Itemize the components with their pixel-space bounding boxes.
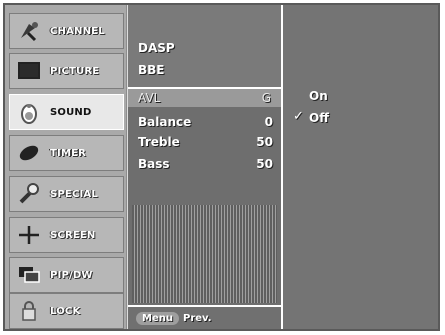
sound-menu: DASP BBE AVL G Balance 0 Treble 50 Bass … — [127, 5, 283, 329]
menu-item-dasp[interactable]: DASP — [138, 39, 273, 57]
menu-item-bbe[interactable]: BBE — [138, 61, 273, 79]
option-label: On — [309, 89, 328, 103]
balance-value: 0 — [264, 115, 273, 129]
sidebar-item-channel[interactable]: CHANNEL — [9, 13, 124, 49]
wrench-icon — [12, 179, 46, 209]
sidebar-item-special[interactable]: SPECIAL — [9, 176, 124, 212]
prev-label: Prev. — [182, 312, 212, 324]
sidebar-item-timer[interactable]: TIMER — [9, 135, 124, 171]
menu-item-label: AVL — [138, 91, 161, 105]
check-mark-icon: ✓ — [293, 109, 304, 124]
sidebar-item-label: TIMER — [50, 147, 87, 159]
crosshair-icon — [12, 220, 46, 250]
monitor-icon — [12, 56, 46, 86]
menu-item-label: Balance — [138, 115, 192, 129]
sidebar-item-sound[interactable]: SOUND — [9, 94, 124, 130]
menu-item-label: Bass — [138, 157, 170, 171]
pip-windows-icon — [12, 260, 46, 290]
clock-icon — [12, 138, 46, 168]
sidebar-item-label: CHANNEL — [50, 25, 105, 37]
menu-item-treble[interactable]: Treble 50 — [138, 133, 273, 151]
decorative-graphic — [132, 205, 277, 303]
sidebar-item-lock[interactable]: LOCK — [9, 293, 124, 329]
avl-marker: G — [261, 91, 271, 105]
menu-item-bass[interactable]: Bass 50 — [138, 155, 273, 173]
sidebar-item-label: SOUND — [50, 106, 92, 118]
speaker-icon — [12, 97, 46, 127]
tv-menu-frame: CHANNEL PICTURE SOUND TIMER SPECIAL SCRE… — [3, 3, 440, 331]
sidebar-item-label: PICTURE — [50, 65, 100, 77]
option-on[interactable]: On — [309, 87, 328, 105]
option-label: Off — [309, 111, 329, 125]
treble-value: 50 — [256, 135, 273, 149]
bottom-bar: Menu Prev. — [128, 305, 281, 329]
menu-item-label: Treble — [138, 135, 180, 149]
sidebar-item-pip-dw[interactable]: PIP/DW — [9, 257, 124, 293]
menu-item-label: BBE — [138, 63, 165, 77]
avl-options: On ✓ Off — [283, 5, 438, 329]
menu-item-balance[interactable]: Balance 0 — [138, 113, 273, 131]
lock-icon — [12, 296, 46, 326]
satellite-dish-icon — [12, 16, 46, 46]
sidebar: CHANNEL PICTURE SOUND TIMER SPECIAL SCRE… — [5, 5, 126, 329]
menu-item-label: DASP — [138, 41, 175, 55]
sidebar-item-label: SPECIAL — [50, 188, 98, 200]
bass-value: 50 — [256, 157, 273, 171]
sidebar-item-screen[interactable]: SCREEN — [9, 217, 124, 253]
menu-item-avl[interactable]: AVL G — [128, 89, 281, 107]
sidebar-item-label: PIP/DW — [50, 269, 93, 281]
menu-button[interactable]: Menu — [136, 311, 179, 325]
sidebar-item-label: LOCK — [50, 305, 81, 317]
sidebar-item-label: SCREEN — [50, 229, 96, 241]
sidebar-item-picture[interactable]: PICTURE — [9, 53, 124, 89]
option-off[interactable]: Off — [309, 109, 329, 127]
